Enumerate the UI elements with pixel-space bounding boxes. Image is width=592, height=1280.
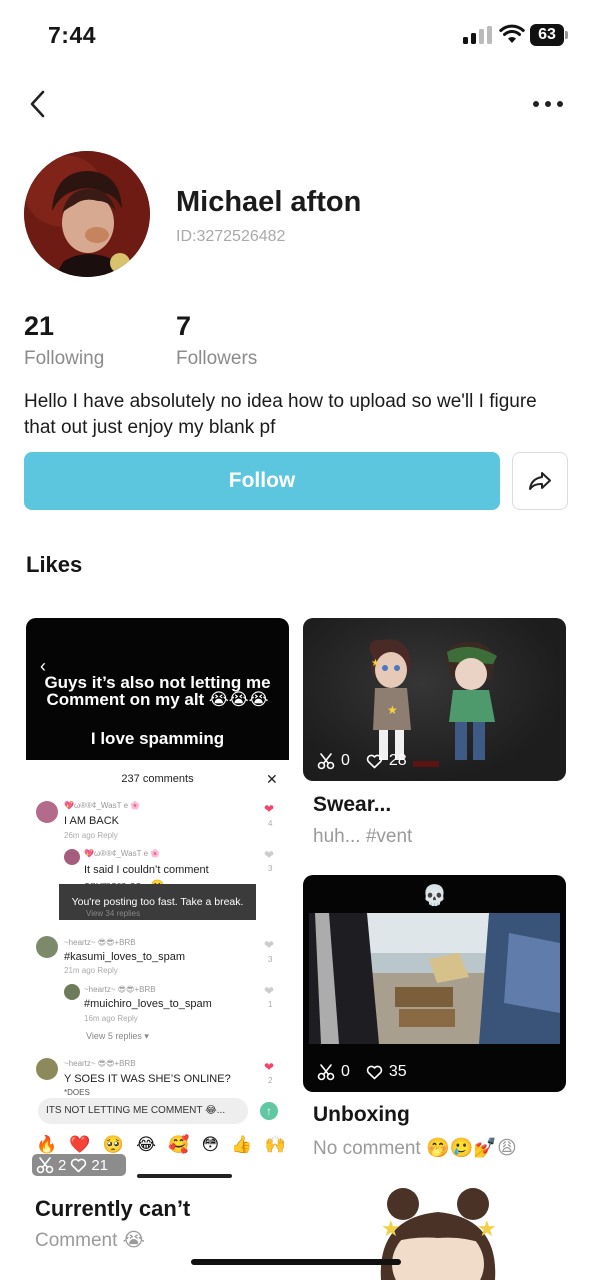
like-count: 35 (388, 1063, 407, 1080)
like-count: 28 (388, 752, 407, 769)
comment-like-count: 1 (268, 1000, 273, 1009)
wifi-icon (499, 24, 525, 43)
comment-user: ~heartz~ 😎😎+BRB (84, 985, 156, 994)
liked-video-card-2[interactable]: ★ ★ 0 28 (303, 618, 566, 781)
scissors-icon (36, 1157, 54, 1174)
comment-user: 💖ω®®¢_WasT e 🌸 (84, 849, 161, 858)
video-thumbnail (309, 913, 560, 1044)
following-label[interactable]: Following (24, 348, 104, 370)
emoji: 🙌 (264, 1135, 286, 1154)
emoji: 😂 (136, 1135, 156, 1154)
card-subtitle: No comment 🤭🥲💅😩 (313, 1138, 517, 1159)
comment-meta: 21m ago Reply (64, 966, 118, 975)
heart-icon: ❤ (264, 802, 275, 816)
emoji: 🥺 (102, 1135, 124, 1154)
heart-outline-icon (366, 754, 383, 768)
comment-like-count: 4 (268, 819, 273, 828)
comment-like-count: 2 (268, 1076, 273, 1085)
comment-meta: 16m ago Reply (84, 1014, 138, 1023)
skull-icon: 💀 (422, 885, 447, 907)
svg-text:★: ★ (477, 1216, 497, 1241)
heart-icon: ❤ (264, 984, 275, 998)
cut-count: 2 (58, 1156, 67, 1174)
svg-text:★: ★ (381, 1216, 401, 1241)
close-icon: ✕ (266, 771, 278, 787)
comment-user: ~heartz~ 😎😎+BRB (64, 1059, 136, 1068)
view-replies: View 34 replies (86, 909, 141, 918)
view-replies: View 5 replies ▾ (86, 1031, 149, 1041)
like-count: 21 (91, 1156, 109, 1174)
scissors-icon (317, 1064, 335, 1081)
overlay-text-line: I love spamming (90, 729, 225, 748)
battery-level: 63 (530, 24, 564, 46)
followers-label[interactable]: Followers (176, 348, 257, 370)
battery-icon: 63 (530, 24, 568, 46)
avatar (64, 849, 80, 865)
video-text-overlay: ‹ Guys it’s also not letting me Comment … (26, 618, 289, 760)
signal-icon (463, 26, 493, 44)
video-stats: 0 35 (317, 1063, 407, 1081)
avatar (36, 1058, 58, 1080)
liked-video-card-3[interactable]: 💀 0 35 (303, 875, 566, 1092)
follow-button[interactable]: Follow (24, 452, 500, 510)
comment-user: 💖ω®®¢_WasT e 🌸 (64, 801, 141, 810)
following-count[interactable]: 21 (24, 311, 54, 342)
svg-text:★: ★ (387, 703, 398, 717)
video-stats: 0 28 (317, 752, 407, 770)
comment-meta: 26m ago Reply (64, 831, 118, 840)
emoji: 😳 (201, 1135, 220, 1154)
emoji: 🔥 (36, 1135, 58, 1154)
heart-icon: ❤ (264, 938, 275, 952)
comment-text: #kasumi_loves_to_spam (64, 951, 186, 963)
card-title[interactable]: Currently can’t (35, 1196, 190, 1222)
home-indicator (137, 1174, 232, 1178)
comment-user: ~heartz~ 😎😎+BRB (64, 938, 136, 947)
card-title[interactable]: Unboxing (313, 1103, 410, 1127)
heart-outline-icon (366, 1065, 383, 1079)
heart-outline-icon (71, 1158, 87, 1172)
overlay-text-line: Comment on my alt 😭😭😭 (46, 690, 269, 709)
card-subtitle: Comment 😭 (35, 1230, 145, 1251)
status-bar: 7:44 63 (0, 0, 592, 70)
avatar (36, 936, 58, 958)
comments-header: 237 comments (121, 773, 194, 785)
followers-count[interactable]: 7 (176, 311, 191, 342)
liked-video-card-1[interactable]: ‹ Guys it’s also not letting me Comment … (26, 618, 289, 1183)
card-subtitle: huh... #vent (313, 826, 413, 847)
send-icon: ↑ (260, 1102, 278, 1120)
profile-id: ID:3272526482 (176, 228, 286, 245)
emoji: 🥰 (168, 1135, 190, 1154)
comment-text-partial: *DOES (64, 1088, 90, 1097)
avatar[interactable] (24, 151, 150, 277)
video-stats: 2 21 (32, 1154, 126, 1176)
emoji-bar: 🔥 ❤️ 🥺 😂 🥰 😳 👍 🙌 (36, 1134, 286, 1156)
cut-count: 0 (341, 752, 350, 769)
likes-section-title: Likes (26, 552, 83, 577)
back-chevron-icon[interactable] (26, 88, 52, 120)
heart-icon: ❤ (264, 1060, 275, 1074)
more-dots-icon[interactable] (528, 92, 568, 116)
avatar (64, 984, 80, 1000)
status-time: 7:44 (48, 22, 97, 48)
avatar (36, 801, 58, 823)
heart-icon: ❤ (264, 848, 275, 862)
profile-bio: Hello I have absolutely no idea how to u… (24, 391, 537, 438)
comment-text: I AM BACK (64, 815, 120, 827)
share-arrow-icon (529, 472, 551, 490)
home-indicator (191, 1259, 401, 1265)
share-button[interactable] (512, 452, 568, 510)
comment-input: ITS NOT LETTING ME COMMENT 😂... (38, 1098, 248, 1124)
svg-text:★: ★ (371, 658, 380, 669)
comment-text: Y SOES IT WAS SHE’S ONLINE? (64, 1073, 231, 1085)
emoji: ❤️ (69, 1135, 91, 1154)
card-title[interactable]: Swear... (313, 793, 391, 817)
comment-text: It said I couldn’t comment (84, 864, 209, 876)
emoji: 👍 (231, 1135, 253, 1154)
comment-like-count: 3 (268, 955, 273, 964)
comment-like-count: 3 (268, 864, 273, 873)
comment-text: #muichiro_loves_to_spam (84, 998, 212, 1010)
profile-name: Michael afton (176, 186, 362, 218)
scissors-icon (317, 753, 335, 770)
cut-count: 0 (341, 1063, 350, 1080)
